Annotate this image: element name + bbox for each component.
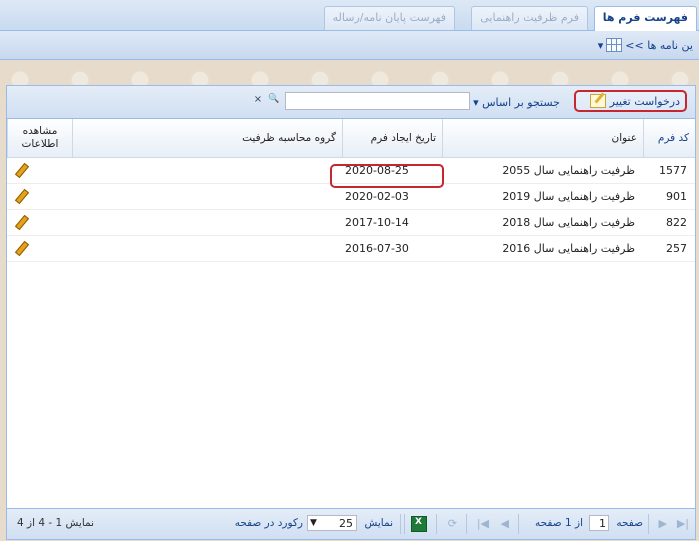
previous-page-icon[interactable]: ▶ <box>659 517 667 530</box>
tab-thesis-list[interactable]: فهرست پایان نامه/رساله <box>323 6 455 30</box>
edit-icon <box>589 94 606 108</box>
cell-title: ظرفیت راهنمایی سال 2055 <box>502 164 635 177</box>
breadcrumb-bar: ین نامه ها >> ▾ <box>0 31 699 60</box>
column-header-created[interactable]: تاریخ ایجاد فرم <box>342 119 442 157</box>
cell-code: 822 <box>666 216 687 229</box>
cell-code: 901 <box>666 190 687 203</box>
tab-supervision-capacity-form[interactable]: فرم ظرفیت راهنمایی <box>471 6 588 30</box>
chevron-down-icon[interactable]: ▾ <box>598 39 604 52</box>
separator <box>400 514 401 534</box>
search-by-label: جستجو بر اساس <box>482 96 560 109</box>
show-label: نمایش <box>364 517 393 529</box>
cell-created: 2016-07-30 <box>345 242 409 255</box>
search-by-dropdown[interactable]: جستجو بر اساس ▾ <box>473 96 560 109</box>
chevron-down-icon: ▾ <box>473 96 479 109</box>
grid-header: کد فرم عنوان تاریخ ایجاد فرم گروه محاسبه… <box>7 119 695 158</box>
pencil-icon[interactable] <box>15 190 27 202</box>
refresh-icon[interactable]: ⟳ <box>448 517 457 530</box>
cell-group <box>85 184 335 209</box>
column-header-group[interactable]: گروه محاسبه ظرفیت <box>72 119 342 157</box>
cell-code: 1577 <box>659 164 687 177</box>
pencil-icon[interactable] <box>15 164 27 176</box>
table-row[interactable]: 822 ظرفیت راهنمایی سال 2018 2017-10-14 <box>7 210 695 236</box>
search-buttons: × 🔍 <box>251 92 281 108</box>
page-number-input[interactable]: 1 <box>589 515 609 531</box>
records-per-page-label: رکورد در صفحه <box>234 517 303 529</box>
forms-grid-panel: درخواست تغییر جستجو بر اساس ▾ × 🔍 کد فرم… <box>6 85 696 540</box>
column-header-code[interactable]: کد فرم <box>643 119 695 157</box>
cell-title: ظرفیت راهنمایی سال 2018 <box>502 216 635 229</box>
separator <box>466 514 467 534</box>
page-label: صفحه <box>616 517 643 529</box>
search-icon[interactable]: 🔍 <box>267 92 281 108</box>
tab-bar: فهرست فرم ها فرم ظرفیت راهنمایی فهرست پا… <box>0 0 699 31</box>
cell-code: 257 <box>666 242 687 255</box>
cell-title: ظرفیت راهنمایی سال 2019 <box>502 190 635 203</box>
grid-icon[interactable] <box>606 38 623 52</box>
pencil-icon[interactable] <box>15 242 27 254</box>
last-page-icon[interactable]: |◀ <box>477 517 489 530</box>
paging-summary: نمایش 1 - 4 از 4 <box>17 517 95 529</box>
cell-created: 2017-10-14 <box>345 216 409 229</box>
search-input[interactable] <box>285 92 470 110</box>
page-size-value: 25 <box>339 517 353 530</box>
chevron-down-icon: ▼ <box>310 518 317 528</box>
breadcrumb-text[interactable]: ین نامه ها >> <box>625 39 693 52</box>
tab-form-list[interactable]: فهرست فرم ها <box>593 6 697 31</box>
next-page-icon[interactable]: ◀ <box>501 517 509 530</box>
cell-group <box>85 236 335 261</box>
paging-toolbar: ▶| ▶ صفحه 1 از 1 صفحه ◀ |◀ ⟳ نمایش 25 ▼ … <box>7 508 695 539</box>
request-change-button[interactable]: درخواست تغییر <box>574 90 687 112</box>
of-pages-label: از 1 صفحه <box>535 517 583 529</box>
breadcrumb: ین نامه ها >> ▾ <box>598 38 693 52</box>
cell-title: ظرفیت راهنمایی سال 2016 <box>502 242 635 255</box>
cell-group <box>85 210 335 235</box>
column-header-view[interactable]: مشاهده اطلاعات <box>7 119 72 157</box>
pencil-icon[interactable] <box>15 216 27 228</box>
grid-toolbar: درخواست تغییر جستجو بر اساس ▾ × 🔍 <box>7 86 695 119</box>
separator <box>436 514 437 534</box>
first-page-icon[interactable]: ▶| <box>677 517 689 530</box>
separator <box>404 514 405 534</box>
page-size-select[interactable]: 25 ▼ <box>307 515 357 531</box>
excel-export-icon[interactable] <box>411 516 427 532</box>
cell-group <box>85 158 335 183</box>
clear-search-icon[interactable]: × <box>251 92 265 108</box>
column-header-title[interactable]: عنوان <box>442 119 643 157</box>
separator <box>648 514 649 534</box>
table-row[interactable]: 257 ظرفیت راهنمایی سال 2016 2016-07-30 <box>7 236 695 262</box>
highlight-box <box>330 164 444 188</box>
request-change-label: درخواست تغییر <box>609 94 680 108</box>
separator <box>518 514 519 534</box>
